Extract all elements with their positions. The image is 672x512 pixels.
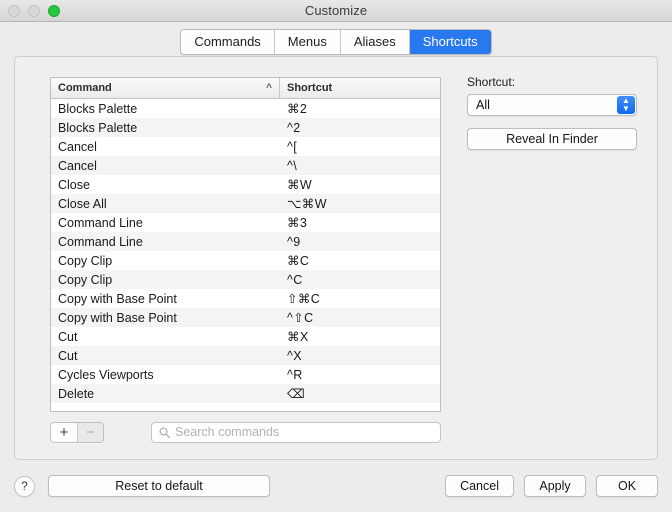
table-row[interactable]: Copy Clip^C xyxy=(51,270,440,289)
table-row[interactable] xyxy=(51,403,440,412)
tab-menus[interactable]: Menus xyxy=(275,30,341,54)
table-row[interactable]: Cycles Viewports^R xyxy=(51,365,440,384)
cell-shortcut: ^[ xyxy=(280,140,440,154)
cell-command: Close All xyxy=(51,197,280,211)
remove-shortcut-button[interactable]: − xyxy=(77,423,103,442)
cell-command: Cut xyxy=(51,330,280,344)
cell-shortcut: ⇧⌘C xyxy=(280,291,440,306)
table-row[interactable]: Copy Clip⌘C xyxy=(51,251,440,270)
minimize-window-button[interactable] xyxy=(28,5,40,17)
table-row[interactable]: Command Line^9 xyxy=(51,232,440,251)
cell-command: Copy Clip xyxy=(51,273,280,287)
close-window-button[interactable] xyxy=(8,5,20,17)
table-row[interactable]: Copy with Base Point⇧⌘C xyxy=(51,289,440,308)
search-input[interactable]: Search commands xyxy=(151,422,441,443)
cell-shortcut: ^R xyxy=(280,368,440,382)
cell-shortcut: ^⇧C xyxy=(280,310,440,325)
customize-dialog-window: Customize Commands Menus Aliases Shortcu… xyxy=(0,0,672,512)
table-row[interactable]: Cancel^[ xyxy=(51,137,440,156)
table-row[interactable]: Blocks Palette⌘2 xyxy=(51,99,440,118)
cell-command: Delete xyxy=(51,387,280,401)
search-placeholder-text: Search commands xyxy=(175,425,279,439)
sort-ascending-icon: ^ xyxy=(266,83,272,94)
table-row[interactable]: Cut⌘X xyxy=(51,327,440,346)
ok-button[interactable]: OK xyxy=(596,475,658,497)
column-header-command-label: Command xyxy=(58,82,112,94)
table-footer: + − Search commands xyxy=(50,421,441,443)
tab-group: Commands Menus Aliases Shortcuts xyxy=(180,29,491,55)
cell-command: Blocks Palette xyxy=(51,121,280,135)
cell-shortcut: ^9 xyxy=(280,235,440,249)
cell-shortcut: ^2 xyxy=(280,121,440,135)
tab-bar: Commands Menus Aliases Shortcuts xyxy=(0,22,672,56)
chevron-down-glyph: ▼ xyxy=(622,106,630,112)
shortcut-filter-label: Shortcut: xyxy=(467,75,637,89)
apply-button[interactable]: Apply xyxy=(524,475,586,497)
chevron-updown-icon[interactable]: ▲ ▼ xyxy=(617,96,635,114)
cell-shortcut: ⌘2 xyxy=(280,101,440,116)
column-header-shortcut-label: Shortcut xyxy=(287,82,332,94)
cell-command: Cycles Viewports xyxy=(51,368,280,382)
table-row[interactable]: Delete⌫ xyxy=(51,384,440,403)
cell-shortcut: ⌫ xyxy=(280,386,440,401)
cell-command: Command Line xyxy=(51,235,280,249)
cell-command: Copy Clip xyxy=(51,254,280,268)
cell-command: Cut xyxy=(51,349,280,363)
cell-shortcut: ⌘C xyxy=(280,253,440,268)
add-remove-button-group: + − xyxy=(50,422,104,443)
table-row[interactable]: Cut^X xyxy=(51,346,440,365)
table-header-row: Command ^ Shortcut xyxy=(51,78,440,99)
traffic-light-group xyxy=(8,0,60,21)
add-shortcut-button[interactable]: + xyxy=(51,423,77,442)
cell-command: Blocks Palette xyxy=(51,102,280,116)
table-body: Blocks Palette⌘2Blocks Palette^2Cancel^[… xyxy=(51,99,440,412)
shortcut-filter-select[interactable]: All ▲ ▼ xyxy=(467,94,637,116)
reset-to-default-button[interactable]: Reset to default xyxy=(48,475,270,497)
cell-command: Command Line xyxy=(51,216,280,230)
cancel-button[interactable]: Cancel xyxy=(445,475,514,497)
dialog-bottom-bar: ? Reset to default Cancel Apply OK xyxy=(0,460,672,512)
cell-command: Copy with Base Point xyxy=(51,311,280,325)
column-header-shortcut[interactable]: Shortcut xyxy=(280,78,440,98)
cell-command: Close xyxy=(51,178,280,192)
table-row[interactable]: Command Line⌘3 xyxy=(51,213,440,232)
cell-shortcut: ^C xyxy=(280,273,440,287)
table-row[interactable]: Cancel^\ xyxy=(51,156,440,175)
cell-shortcut: ^\ xyxy=(280,159,440,173)
tab-aliases[interactable]: Aliases xyxy=(341,30,410,54)
table-row[interactable]: Close⌘W xyxy=(51,175,440,194)
table-row[interactable]: Copy with Base Point^⇧C xyxy=(51,308,440,327)
cell-command: Cancel xyxy=(51,159,280,173)
search-icon xyxy=(159,427,170,438)
cell-shortcut: ⌘W xyxy=(280,177,440,192)
cell-shortcut: ^X xyxy=(280,349,440,363)
title-bar: Customize xyxy=(0,0,672,22)
content-panel: Command ^ Shortcut Blocks Palette⌘2Block… xyxy=(14,56,658,460)
cell-command: Copy with Base Point xyxy=(51,292,280,306)
window-title: Customize xyxy=(0,3,672,18)
table-row[interactable]: Close All⌥⌘W xyxy=(51,194,440,213)
cell-shortcut: ⌘X xyxy=(280,329,440,344)
help-button[interactable]: ? xyxy=(14,476,35,497)
tab-shortcuts[interactable]: Shortcuts xyxy=(410,30,491,54)
cell-shortcut: ⌘3 xyxy=(280,215,440,230)
cell-command: Cancel xyxy=(51,140,280,154)
right-side-panel: Shortcut: All ▲ ▼ Reveal In Finder xyxy=(467,75,637,150)
zoom-window-button[interactable] xyxy=(48,5,60,17)
tab-commands[interactable]: Commands xyxy=(181,30,274,54)
table-row[interactable]: Blocks Palette^2 xyxy=(51,118,440,137)
shortcuts-table[interactable]: Command ^ Shortcut Blocks Palette⌘2Block… xyxy=(50,77,441,412)
cell-shortcut: ⌥⌘W xyxy=(280,196,440,211)
shortcut-filter-value: All xyxy=(476,98,490,112)
column-header-command[interactable]: Command ^ xyxy=(51,78,280,98)
dialog-action-buttons: Cancel Apply OK xyxy=(445,475,658,497)
reveal-in-finder-button[interactable]: Reveal In Finder xyxy=(467,128,637,150)
